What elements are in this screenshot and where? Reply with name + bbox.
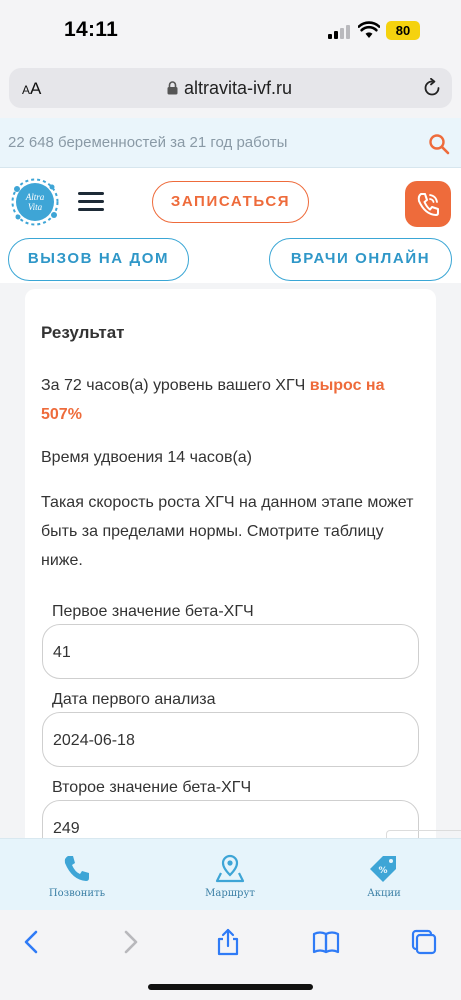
browser-address-area: AA altravita-ivf.ru bbox=[0, 62, 461, 118]
bottom-nav-route[interactable]: Маршрут bbox=[180, 839, 280, 911]
result-title: Результат bbox=[41, 323, 125, 342]
lock-icon bbox=[167, 81, 178, 95]
status-time: 14:11 bbox=[64, 18, 119, 41]
content-area: Результат За 72 часов(а) уровень вашего … bbox=[0, 283, 461, 838]
first-date-label: Дата первого анализа bbox=[52, 691, 216, 708]
pregnancies-count-text: 22 648 беременностей за 21 год работы bbox=[8, 134, 288, 151]
reload-icon[interactable] bbox=[422, 78, 442, 98]
first-value-field[interactable]: 41 bbox=[42, 624, 419, 679]
home-visit-button[interactable]: ВЫЗОВ НА ДОМ bbox=[8, 238, 189, 281]
popup-edge bbox=[386, 830, 461, 838]
result-card: Результат За 72 часов(а) уровень вашего … bbox=[25, 289, 436, 838]
call-button[interactable] bbox=[405, 181, 451, 227]
doctors-online-button[interactable]: ВРАЧИ ОНЛАЙН bbox=[269, 238, 452, 281]
first-value-label: Первое значение бета-ХГЧ bbox=[52, 603, 254, 620]
svg-text:Altra: Altra bbox=[25, 192, 45, 202]
svg-text:Vita: Vita bbox=[28, 202, 43, 212]
signal-icon bbox=[328, 24, 352, 39]
bottom-nav: Позвонить Маршрут % Акции bbox=[0, 838, 461, 910]
first-date-field[interactable]: 2024-06-18 bbox=[42, 712, 419, 767]
bottom-nav-route-label: Маршрут bbox=[205, 888, 255, 899]
altravita-logo[interactable]: Altra Vita bbox=[8, 177, 62, 227]
bookmarks-icon[interactable] bbox=[312, 928, 340, 956]
search-icon[interactable] bbox=[428, 133, 450, 155]
address-bar[interactable]: AA altravita-ivf.ru bbox=[9, 68, 452, 108]
status-bar: 14:11 80 bbox=[0, 0, 461, 62]
phone-icon bbox=[417, 193, 439, 216]
hamburger-menu-icon[interactable] bbox=[78, 192, 104, 212]
phone-icon bbox=[64, 856, 89, 881]
tabs-icon[interactable] bbox=[410, 928, 438, 956]
home-indicator[interactable] bbox=[148, 984, 313, 990]
second-value-field[interactable]: 249 bbox=[42, 800, 419, 838]
signup-button[interactable]: ЗАПИСАТЬСЯ bbox=[152, 181, 309, 223]
forward-arrow-icon[interactable] bbox=[116, 928, 144, 956]
share-icon[interactable] bbox=[214, 928, 242, 956]
warning-text: Такая скорость роста ХГЧ на данном этапе… bbox=[41, 494, 414, 569]
discount-tag-icon: % bbox=[370, 856, 396, 882]
growth-text: За 72 часов(а) уровень вашего ХГЧ вырос … bbox=[41, 377, 385, 423]
text-size-button[interactable]: AA bbox=[22, 79, 41, 99]
back-arrow-icon[interactable] bbox=[18, 928, 46, 956]
bottom-nav-call-label: Позвонить bbox=[48, 888, 106, 899]
doubling-time-text: Время удвоения 14 часов(а) bbox=[41, 449, 252, 466]
bottom-nav-call[interactable]: Позвонить bbox=[27, 839, 127, 911]
map-pin-icon bbox=[215, 854, 245, 883]
battery-indicator: 80 bbox=[386, 21, 420, 40]
info-strip: 22 648 беременностей за 21 год работы bbox=[0, 118, 461, 168]
svg-text:%: % bbox=[378, 866, 387, 876]
wifi-icon bbox=[358, 21, 380, 38]
second-value-label: Второе значение бета-ХГЧ bbox=[52, 779, 252, 796]
bottom-nav-promotions[interactable]: % Акции bbox=[334, 839, 434, 911]
url-text: altravita-ivf.ru bbox=[184, 78, 293, 98]
bottom-nav-promotions-label: Акции bbox=[367, 888, 401, 899]
